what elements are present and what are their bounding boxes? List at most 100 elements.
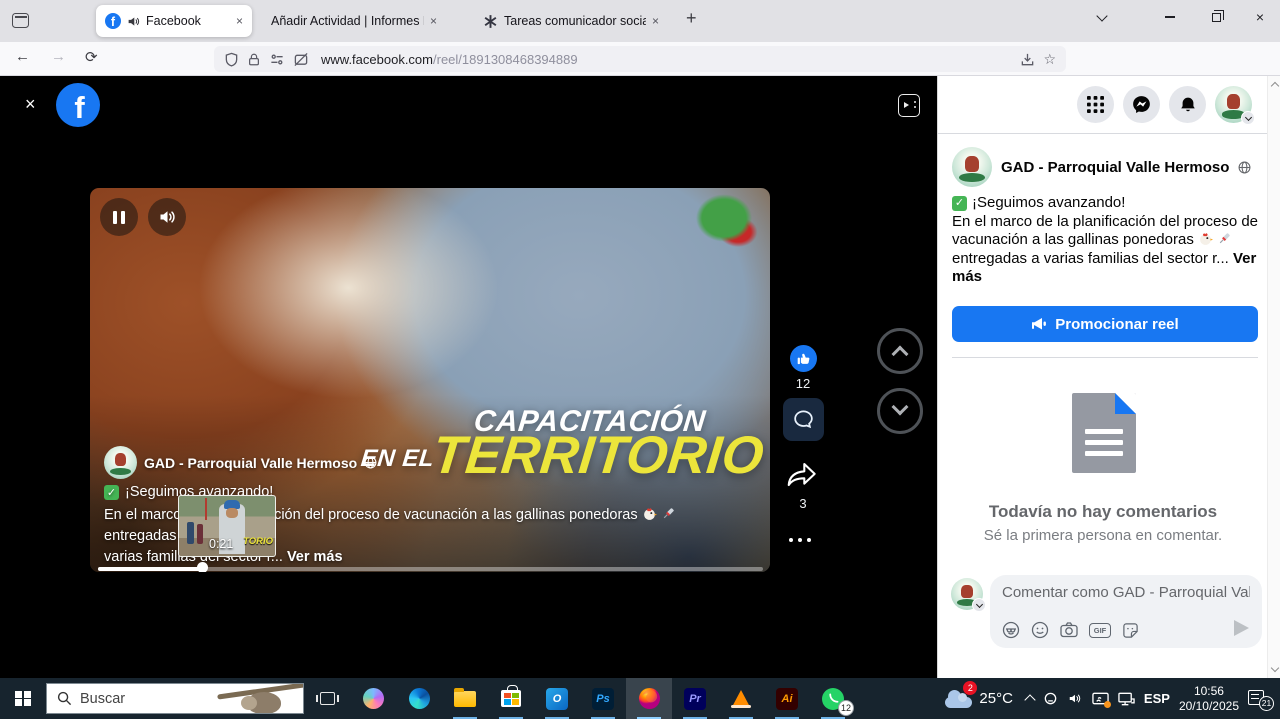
search-input[interactable] — [80, 691, 210, 707]
window-minimize-button[interactable] — [1150, 0, 1190, 34]
clock[interactable]: 10:56 20/10/2025 — [1179, 684, 1239, 713]
share-arrow-icon — [787, 462, 817, 488]
previous-reel-button[interactable] — [877, 328, 923, 374]
taskbar-outlook[interactable]: O — [534, 678, 580, 719]
tab-informes[interactable]: Añadir Actividad | Informes Mensua × — [262, 5, 446, 37]
windows-taskbar: O Ps Pr Ai 12 2 25°C ESP 10: — [0, 678, 1280, 719]
collapse-panel-icon[interactable] — [898, 94, 920, 117]
page-name[interactable]: GAD - Parroquial Valle Hermoso — [144, 455, 357, 471]
weather-widget[interactable]: 2 25°C — [945, 690, 1013, 708]
messenger-button[interactable] — [1123, 86, 1160, 123]
tab-close-icon[interactable]: × — [430, 14, 437, 28]
taskbar-vlc[interactable] — [718, 678, 764, 719]
post-author-row[interactable]: GAD - Parroquial Valle Hermoso — [952, 147, 1251, 187]
screencast-tray-icon[interactable] — [1092, 692, 1109, 706]
firefox-icon — [638, 687, 661, 710]
task-view-button[interactable] — [304, 678, 350, 719]
network-tray-icon[interactable] — [1118, 692, 1135, 706]
tray-app-icon[interactable] — [1043, 691, 1058, 706]
firefox-view-icon[interactable] — [12, 13, 29, 28]
taskbar-illustrator[interactable]: Ai — [764, 678, 810, 719]
start-button[interactable] — [0, 678, 46, 719]
permissions-icon[interactable] — [269, 52, 285, 67]
pause-button[interactable] — [100, 198, 138, 236]
panel-scrollbar[interactable] — [1267, 76, 1280, 678]
shield-icon[interactable] — [224, 52, 239, 67]
promote-reel-button[interactable]: Promocionar reel — [952, 306, 1258, 342]
premiere-icon: Pr — [684, 688, 706, 710]
close-reel-icon[interactable]: × — [25, 94, 36, 115]
no-comments-title: Todavía no hay comentarios — [938, 502, 1268, 522]
taskbar-edge[interactable] — [396, 678, 442, 719]
taskbar-whatsapp[interactable]: 12 — [810, 678, 856, 719]
avatar-sticker-icon[interactable] — [1002, 621, 1020, 639]
comment-button[interactable] — [783, 398, 824, 441]
downloads-icon[interactable] — [1020, 52, 1035, 67]
scroll-down-icon[interactable] — [1270, 664, 1278, 672]
window-close-button[interactable]: × — [1240, 0, 1280, 34]
camera-icon[interactable] — [1060, 622, 1078, 638]
see-more-link[interactable]: Ver más — [287, 549, 343, 565]
bookmark-star-icon[interactable]: ☆ — [1043, 51, 1056, 68]
search-highlight-image[interactable] — [221, 684, 303, 713]
speaker-icon — [157, 207, 177, 227]
taskbar-search-box[interactable] — [46, 683, 304, 714]
share-button[interactable] — [787, 462, 817, 488]
tab-facebook[interactable]: f Facebook × — [96, 5, 252, 37]
messenger-icon — [1132, 95, 1151, 114]
facebook-logo[interactable]: f — [56, 83, 100, 127]
tray-expand-chevron-icon[interactable] — [1026, 693, 1034, 704]
back-button[interactable]: ← — [15, 48, 30, 65]
tab-close-icon[interactable]: × — [652, 14, 659, 28]
taskbar-photoshop[interactable]: Ps — [580, 678, 626, 719]
composer-icons: GIF — [1002, 621, 1139, 639]
taskbar-premiere[interactable]: Pr — [672, 678, 718, 719]
reel-video[interactable]: CAPACITACIÓN EN EL TERRITORIO GAD - Parr… — [90, 188, 770, 572]
volume-button[interactable] — [148, 198, 186, 236]
forward-button[interactable]: → — [51, 48, 66, 65]
taskbar-microsoft-store[interactable] — [488, 678, 534, 719]
notifications-button[interactable] — [1169, 86, 1206, 123]
page-avatar[interactable] — [952, 147, 992, 187]
chevron-down-icon[interactable] — [972, 598, 986, 612]
video-progress-fill — [98, 567, 203, 571]
sticker-icon[interactable] — [1122, 622, 1139, 639]
emoji-icon[interactable] — [1031, 621, 1049, 639]
send-comment-icon[interactable] — [1234, 620, 1249, 636]
window-restore-button[interactable] — [1196, 0, 1236, 34]
post-text: ✓¡Seguimos avanzando! En el marco de la … — [952, 193, 1270, 287]
video-page-row[interactable]: GAD - Parroquial Valle Hermoso — [104, 446, 377, 479]
video-scrubber-handle[interactable] — [197, 562, 208, 572]
more-options-icon[interactable] — [789, 538, 811, 542]
new-tab-button[interactable]: + — [686, 8, 697, 29]
page-avatar[interactable] — [104, 446, 137, 479]
comment-composer[interactable]: GIF — [990, 575, 1262, 648]
apps-grid-icon — [1087, 96, 1104, 113]
language-indicator[interactable]: ESP — [1144, 691, 1170, 706]
scrubber-preview-thumbnail: 0:21 TORIO — [178, 495, 276, 557]
volume-tray-icon[interactable] — [1067, 691, 1083, 706]
notification-center-button[interactable]: 21 — [1248, 690, 1270, 708]
autoplay-blocked-icon[interactable] — [293, 52, 309, 67]
gif-icon[interactable]: GIF — [1089, 623, 1111, 638]
lock-icon[interactable] — [247, 52, 261, 67]
tab-close-icon[interactable]: × — [236, 14, 243, 28]
page-name[interactable]: GAD - Parroquial Valle Hermoso — [1001, 159, 1229, 176]
tab-label: Tareas comunicador social GAD — [504, 14, 646, 28]
apps-menu-button[interactable] — [1077, 86, 1114, 123]
taskbar-file-explorer[interactable] — [442, 678, 488, 719]
tab-audio-icon[interactable] — [127, 15, 140, 28]
tab-tareas[interactable]: Tareas comunicador social GAD × — [474, 5, 668, 37]
tab-overflow-chevron-icon[interactable] — [1082, 0, 1122, 34]
taskbar-firefox-active[interactable] — [626, 678, 672, 719]
url-bar[interactable]: www.facebook.com/reel/1891308468394889 ☆ — [214, 46, 1066, 72]
comment-input[interactable] — [1002, 584, 1250, 601]
taskbar-copilot[interactable] — [350, 678, 396, 719]
reload-button[interactable]: ⟳ — [85, 48, 98, 66]
profile-menu-button[interactable] — [1215, 86, 1252, 123]
scroll-up-icon[interactable] — [1270, 82, 1278, 90]
url-text[interactable]: www.facebook.com/reel/1891308468394889 — [321, 52, 578, 67]
like-button[interactable] — [790, 345, 817, 372]
megaphone-icon — [1031, 317, 1047, 331]
next-reel-button[interactable] — [877, 388, 923, 434]
